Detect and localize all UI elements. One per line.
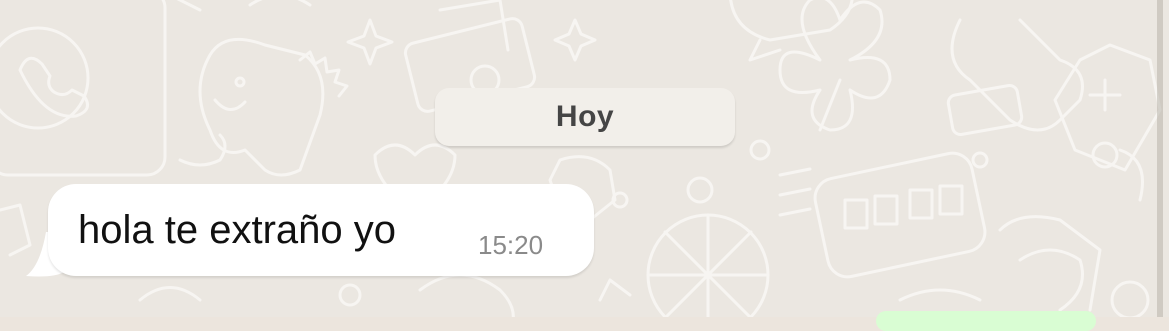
incoming-message-bubble[interactable]: hola te extraño yo 15:20 <box>48 184 594 276</box>
date-separator-chip: Hoy <box>435 88 735 146</box>
scrollbar-edge[interactable] <box>1157 0 1163 317</box>
message-timestamp: 15:20 <box>478 230 544 260</box>
outgoing-message-bubble-partial[interactable] <box>876 311 1096 331</box>
date-separator-label: Hoy <box>555 100 615 133</box>
message-text: hola te extraño yo <box>78 208 396 252</box>
